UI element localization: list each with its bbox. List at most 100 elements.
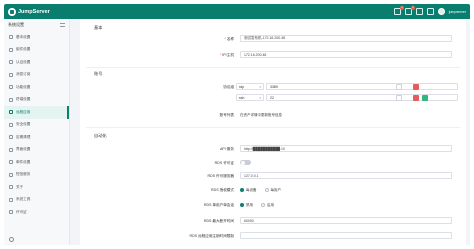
radio-per-device[interactable]: 每设备 [240,188,257,193]
sidebar-header: 系统设置 [4,19,69,31]
feature-icon [9,85,13,90]
rds-license-mode-radios: 每设备 每用户 [240,188,281,193]
sidebar-item[interactable]: 功能设置 [4,81,69,94]
sidebar-item-label: 定期清理 [16,134,31,139]
section-automation-title: 自动化 [94,133,107,138]
jumpserver-logo-icon [8,7,16,16]
help-icon[interactable] [415,8,423,15]
remove-protocol-button[interactable] [413,94,419,101]
account-list-label: 账号列表 [219,113,234,117]
sidebar-item-label: 远程应用 [16,109,31,114]
sidebar-item[interactable]: 基本设置 [4,31,69,44]
terminal-icon [9,97,13,102]
radio-disabled[interactable]: 禁用 [240,203,253,208]
radio-dot-icon [264,188,269,192]
protocol-settings-button[interactable] [396,83,402,90]
sidebar-item[interactable]: 邮件设置 [4,156,69,169]
lock-icon [9,60,13,65]
rds-license-server-label: RDS 许可服务器 [207,174,234,178]
brand-logo[interactable]: JumpServer [8,7,50,16]
sidebar-collapse-icon[interactable] [60,23,65,27]
sidebar-item-label: 系统工具 [16,197,31,202]
remove-protocol-button[interactable] [413,83,419,90]
brand-name: JumpServer [18,8,50,15]
sidebar-item[interactable]: 许可证 [4,206,69,219]
mail-icon [9,160,13,165]
add-protocol-button[interactable] [422,94,428,101]
protocol-group-label: 协议组 [223,85,234,89]
sidebar-item-label: 短信服务 [16,172,31,177]
api-service-label: API 服务 [220,147,234,151]
account-list-hint: 在资产详情中更新账号信息 [240,113,282,117]
section-basic-title: 基本 [94,25,103,30]
sidebar-item-label: 消息订阅 [16,72,31,77]
sidebar-item[interactable]: 系统工具 [4,194,69,207]
radio-dot-icon [240,203,244,207]
ui-icon [9,147,13,152]
user-name[interactable]: jumpserver [449,10,466,14]
avatar[interactable] [437,8,445,15]
protocol-select-ssh[interactable]: ssh ▾ [236,94,264,101]
sidebar-item-label: 终端设置 [16,97,31,102]
sidebar-title: 系统设置 [8,22,24,27]
license-icon [9,210,13,215]
shield-icon [9,122,13,127]
ip-label: *IP/主机 [220,53,234,57]
sidebar-item[interactable]: 定期清理 [4,131,69,144]
protocol-select-rdp[interactable]: rdp ▾ [236,83,264,90]
rds-license-mode-label: RDS 授权模式 [211,188,234,192]
language-icon[interactable] [426,8,434,15]
sidebar-item-label: 界面设置 [16,147,31,152]
notification-icon[interactable]: 2 [393,6,404,15]
ticket-icon[interactable]: 6 [404,6,415,15]
sidebar-item-label: 功能设置 [16,84,31,89]
top-navigation-bar: JumpServer 2 6 jumpserver [4,4,470,19]
ticket-badge: 6 [411,6,415,10]
rds-license-toggle[interactable] [240,160,251,165]
message-icon [9,72,13,77]
radio-dot-icon [240,188,244,192]
sidebar-item-label: 基本设置 [16,34,31,39]
rds-remote-app-logoff-input[interactable] [240,232,452,239]
sidebar-item[interactable]: 界面设置 [4,144,69,157]
radio-enabled[interactable]: 启用 [261,203,274,208]
sidebar-item[interactable]: 消息订阅 [4,69,69,82]
chevron-down-icon: ▾ [259,95,261,100]
rds-license-label: RDS 许可证 [214,161,234,165]
chevron-down-icon: ▾ [259,84,261,89]
protocol-port-input-rdp[interactable]: 3389 [266,83,458,90]
sidebar-item[interactable]: 远程应用 [4,106,69,119]
name-input[interactable]: 测试发布机-172.16.200.48 [240,35,452,42]
sidebar-item-label: 安全设置 [16,122,31,127]
radio-dot-icon [261,203,265,207]
section-account-title: 账号 [94,71,103,76]
api-service-input[interactable]: http://███████████:10 [240,145,452,152]
sidebar-item[interactable]: 组件设置 [4,44,69,57]
sidebar-item-label: 组件设置 [16,47,31,52]
rds-license-server-input[interactable]: 127.0.0.1 [240,172,452,179]
sidebar: 系统设置 基本设置组件设置认证设置消息订阅功能设置终端设置远程应用安全设置定期清… [4,19,70,245]
sidebar-item[interactable]: 短信服务 [4,169,69,182]
rds-single-session-label: RDS 单用户单会话 [203,203,234,207]
sms-icon [9,172,13,177]
sidebar-item[interactable]: 关于 [4,181,69,194]
rds-max-disconnect-input[interactable]: 60000 [240,217,452,224]
settings-gear-icon[interactable] [9,237,14,242]
clean-icon [9,135,13,140]
radio-per-user[interactable]: 每用户 [264,188,281,193]
sidebar-item[interactable]: 认证设置 [4,56,69,69]
sidebar-item[interactable]: 终端设置 [4,94,69,107]
rds-single-session-radios: 禁用 启用 [240,203,274,208]
sidebar-item[interactable]: 安全设置 [4,119,69,132]
sidebar-item-label: 邮件设置 [16,159,31,164]
section-divider [86,127,460,128]
name-label: *名称 [224,37,234,41]
sidebar-item-label: 认证设置 [16,59,31,64]
ip-input[interactable]: 172.16.200.48 [240,51,452,58]
sidebar-item-label: 许可证 [16,209,27,214]
protocol-settings-button[interactable] [396,94,402,101]
component-icon [9,47,13,52]
protocol-port-input-ssh[interactable]: 22 [266,94,458,101]
settings-card: 基本 *名称 测试发布机-172.16.200.48 *IP/主机 172.16… [80,19,466,245]
sidebar-footer[interactable] [9,237,14,242]
